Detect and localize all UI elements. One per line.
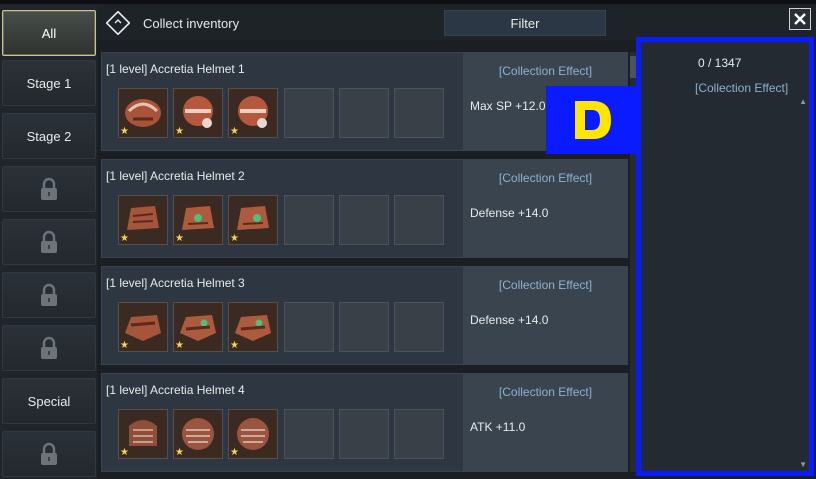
window-header: Collect inventory Filter (97, 4, 816, 40)
star-icon: ★ (230, 340, 239, 351)
collection-count: 0 / 1347 (698, 56, 742, 70)
collection-effect-header: [Collection Effect] (498, 64, 593, 78)
item-slot[interactable]: ★ (173, 409, 223, 459)
diamond-logo-icon (106, 11, 130, 35)
sidebar-item-label: All (41, 25, 57, 41)
empty-item-slot[interactable] (339, 88, 389, 138)
collection-effect-panel: [Collection Effect] ATK +11.0 (463, 374, 628, 471)
item-slot[interactable]: ★ (118, 195, 168, 245)
collection-effect-panel: [Collection Effect] Defense +14.0 (463, 160, 628, 257)
star-icon: ★ (120, 447, 129, 458)
collection-effect-value: Defense +14.0 (470, 206, 549, 220)
collection-effect-value: Max SP +12.0 (470, 99, 546, 113)
sidebar-item-label: Special (27, 393, 71, 409)
item-slot[interactable]: ★ (228, 88, 278, 138)
item-slot[interactable]: ★ (118, 409, 168, 459)
collection-items: [1 level] Accretia Helmet 3 ★ ★ ★ (102, 267, 462, 364)
star-icon: ★ (120, 340, 129, 351)
lock-icon (41, 336, 57, 359)
sidebar-item-label: Stage 1 (26, 75, 72, 91)
sidebar-item-stage-1[interactable]: Stage 1 (2, 60, 96, 106)
item-slot[interactable]: ★ (118, 302, 168, 352)
collection-effect-header: [Collection Effect] (498, 171, 593, 185)
sidebar-item-stage-2[interactable]: Stage 2 (2, 113, 96, 159)
sidebar: All Stage 1 Stage 2 Special (0, 4, 97, 479)
scroll-up-icon[interactable]: ▲ (799, 97, 807, 106)
sidebar-item-locked-3[interactable] (2, 272, 96, 318)
sidebar-item-locked-2[interactable] (2, 219, 96, 265)
collection-effect-header: [Collection Effect] (498, 385, 593, 399)
summary-effect-header: [Collection Effect] (695, 81, 789, 95)
collection-card[interactable]: [1 level] Accretia Helmet 3 ★ ★ ★ [Colle… (101, 266, 628, 365)
sidebar-item-locked-4[interactable] (2, 325, 96, 371)
lock-icon (41, 283, 57, 306)
collection-effect-header: [Collection Effect] (498, 278, 593, 292)
item-slot[interactable]: ★ (173, 302, 223, 352)
collection-items: [1 level] Accretia Helmet 1 ★ ★ ★ (102, 53, 462, 150)
star-icon: ★ (175, 126, 184, 137)
window-title: Collect inventory (143, 16, 240, 31)
collection-items: [1 level] Accretia Helmet 2 ★ ★ ★ (102, 160, 462, 257)
empty-item-slot[interactable] (339, 302, 389, 352)
collection-card[interactable]: [1 level] Accretia Helmet 2 ★ ★ ★ [Colle… (101, 159, 628, 258)
scroll-down-icon[interactable]: ▼ (799, 460, 807, 469)
close-button[interactable] (789, 8, 811, 30)
collection-title: [1 level] Accretia Helmet 1 (106, 62, 245, 76)
letter-d-glyph (575, 101, 611, 139)
sidebar-item-locked-5[interactable] (2, 431, 96, 477)
sidebar-item-label: Stage 2 (26, 128, 72, 144)
close-icon (794, 13, 806, 25)
star-icon: ★ (120, 233, 129, 244)
collection-effect-panel: [Collection Effect] Defense +14.0 (463, 267, 628, 364)
empty-item-slot[interactable] (394, 88, 444, 138)
item-slot[interactable]: ★ (228, 302, 278, 352)
item-slot[interactable]: ★ (228, 195, 278, 245)
sidebar-item-special[interactable]: Special (2, 378, 96, 424)
item-slot[interactable]: ★ (118, 88, 168, 138)
star-icon: ★ (175, 233, 184, 244)
d-marker-badge (546, 86, 636, 154)
collection-effect-value: Defense +14.0 (470, 313, 549, 327)
empty-item-slot[interactable] (284, 195, 334, 245)
collection-summary-panel: 0 / 1347 [Collection Effect] ▲ ▼ (636, 37, 814, 476)
item-slot[interactable]: ★ (228, 409, 278, 459)
empty-item-slot[interactable] (339, 195, 389, 245)
sidebar-item-all[interactable]: All (2, 10, 96, 56)
empty-item-slot[interactable] (394, 195, 444, 245)
collection-title: [1 level] Accretia Helmet 3 (106, 276, 245, 290)
collection-title: [1 level] Accretia Helmet 2 (106, 169, 245, 183)
filter-button[interactable]: Filter (444, 10, 606, 36)
empty-item-slot[interactable] (284, 302, 334, 352)
sidebar-item-locked-1[interactable] (2, 166, 96, 212)
star-icon: ★ (230, 233, 239, 244)
collection-items: [1 level] Accretia Helmet 4 ★ ★ ★ (102, 374, 462, 471)
empty-item-slot[interactable] (394, 302, 444, 352)
star-icon: ★ (120, 126, 129, 137)
star-icon: ★ (175, 340, 184, 351)
item-slot[interactable]: ★ (173, 195, 223, 245)
lock-icon (41, 177, 57, 200)
collection-effect-value: ATK +11.0 (470, 420, 526, 434)
star-icon: ★ (230, 126, 239, 137)
empty-item-slot[interactable] (284, 88, 334, 138)
lock-icon (41, 442, 57, 465)
empty-item-slot[interactable] (339, 409, 389, 459)
item-slot[interactable]: ★ (173, 88, 223, 138)
empty-item-slot[interactable] (394, 409, 444, 459)
lock-icon (41, 230, 57, 253)
star-icon: ★ (175, 447, 184, 458)
filter-button-label: Filter (510, 15, 540, 31)
empty-item-slot[interactable] (284, 409, 334, 459)
collection-title: [1 level] Accretia Helmet 4 (106, 383, 245, 397)
star-icon: ★ (230, 447, 239, 458)
collection-card[interactable]: [1 level] Accretia Helmet 4 ★ ★ ★ [Colle… (101, 373, 628, 472)
